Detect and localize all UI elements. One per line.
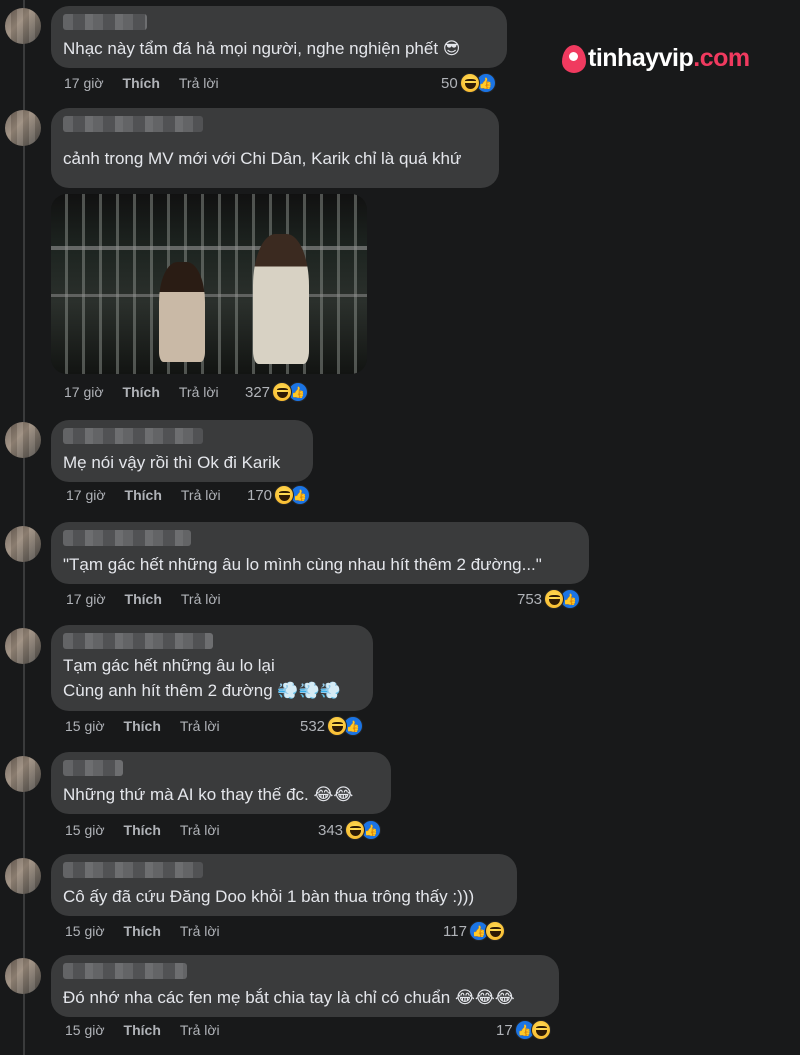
like-button[interactable]: Thích (124, 822, 161, 838)
comment-text: "Tạm gác hết những âu lo mình cùng nhau … (63, 555, 542, 574)
comment-actions: 15 giờ Thích Trả lời (65, 819, 239, 841)
image-beam-lower (51, 294, 367, 297)
comment-bubble: cảnh trong MV mới với Chi Dân, Karik chỉ… (51, 108, 499, 188)
like-button[interactable]: Thích (124, 923, 161, 939)
comment-text: Mẹ nói vậy rồi thì Ok đi Karik (63, 453, 281, 472)
reply-button[interactable]: Trả lời (179, 384, 219, 400)
comment-bubble: Đó nhớ nha các fen mẹ bắt chia tay là ch… (51, 955, 559, 1017)
comment-actions: 17 giờ Thích Trả lời (66, 588, 240, 610)
author-name-blurred[interactable] (63, 963, 187, 979)
reaction-summary[interactable]: 170 👍 (247, 483, 311, 507)
reaction-summary[interactable]: 117 👍 (443, 919, 505, 943)
reply-button[interactable]: Trả lời (181, 591, 221, 607)
comment-time[interactable]: 17 giờ (64, 384, 104, 400)
author-name-blurred[interactable] (63, 760, 123, 776)
author-name-blurred[interactable] (63, 530, 191, 546)
haha-icon (274, 485, 295, 505)
reaction-count: 17 (496, 1021, 513, 1039)
reaction-summary[interactable]: 327 👍 (245, 380, 309, 404)
image-beam (51, 246, 367, 250)
haha-icon (530, 1020, 551, 1040)
author-name-blurred[interactable] (63, 14, 147, 30)
haha-icon (272, 382, 293, 402)
comment-time[interactable]: 15 giờ (65, 822, 105, 838)
haha-icon (484, 921, 505, 941)
reply-button[interactable]: Trả lời (180, 923, 220, 939)
comment-text: Cô ấy đã cứu Đăng Doo khỏi 1 bàn thua tr… (63, 887, 475, 906)
comment-text: Những thứ mà AI ko thay thế đc. 😂😂 (63, 785, 354, 804)
like-button[interactable]: Thích (125, 487, 162, 503)
avatar[interactable] (5, 958, 41, 994)
avatar[interactable] (5, 756, 41, 792)
reaction-count: 327 (245, 383, 271, 401)
comment-text: Đó nhớ nha các fen mẹ bắt chia tay là ch… (63, 988, 515, 1007)
avatar[interactable] (5, 422, 41, 458)
haha-icon (459, 73, 480, 93)
reaction-count: 532 (300, 717, 326, 735)
reaction-count: 117 (443, 922, 467, 940)
attached-image[interactable] (51, 194, 367, 374)
haha-icon (345, 820, 366, 840)
reaction-summary[interactable]: 532 👍 (300, 714, 364, 738)
reply-button[interactable]: Trả lời (180, 718, 220, 734)
author-name-blurred[interactable] (63, 633, 213, 649)
reaction-summary[interactable]: 343 👍 (318, 818, 382, 842)
comment-time[interactable]: 17 giờ (66, 591, 106, 607)
reaction-summary[interactable]: 753 👍 (517, 587, 581, 611)
like-button[interactable]: Thích (123, 75, 160, 91)
comment-actions: 17 giờ Thích Trả lời (66, 484, 240, 506)
comment-bubble: Mẹ nói vậy rồi thì Ok đi Karik (51, 420, 313, 482)
comment-time[interactable]: 15 giờ (65, 1022, 105, 1038)
like-button[interactable]: Thích (123, 384, 160, 400)
reply-button[interactable]: Trả lời (181, 487, 221, 503)
reaction-summary[interactable]: 50 👍 (441, 71, 496, 95)
logo-brand: tinhayvip (588, 44, 694, 72)
reaction-count: 343 (318, 821, 344, 839)
reply-button[interactable]: Trả lời (179, 75, 219, 91)
reaction-count: 170 (247, 486, 273, 504)
comment-bubble: "Tạm gác hết những âu lo mình cùng nhau … (51, 522, 589, 584)
image-figure-woman (159, 262, 205, 362)
comment-time[interactable]: 15 giờ (65, 923, 105, 939)
reaction-count: 50 (441, 74, 458, 92)
comment-text: cảnh trong MV mới với Chi Dân, Karik chỉ… (63, 149, 462, 168)
reaction-count: 753 (517, 590, 543, 608)
avatar[interactable] (5, 858, 41, 894)
avatar[interactable] (5, 110, 41, 146)
reply-button[interactable]: Trả lời (180, 1022, 220, 1038)
reaction-summary[interactable]: 17 👍 (496, 1018, 551, 1042)
image-figure-man (253, 234, 309, 364)
watermark-logo: tinhayvip.com (562, 44, 750, 73)
haha-icon (327, 716, 348, 736)
comment-time[interactable]: 17 giờ (64, 75, 104, 91)
comment-text: Tạm gác hết những âu lo lại Cùng anh hít… (63, 656, 341, 700)
logo-icon (562, 44, 586, 73)
author-name-blurred[interactable] (63, 428, 203, 444)
like-button[interactable]: Thích (125, 591, 162, 607)
comment-actions: 15 giờ Thích Trả lời (65, 920, 239, 942)
like-button[interactable]: Thích (124, 718, 161, 734)
comment-actions: 15 giờ Thích Trả lời (65, 715, 239, 737)
comment-actions: 17 giờ Thích Trả lời (64, 381, 238, 403)
avatar[interactable] (5, 628, 41, 664)
avatar[interactable] (5, 8, 41, 44)
logo-domain: .com (693, 44, 750, 72)
comment-bubble: Tạm gác hết những âu lo lại Cùng anh hít… (51, 625, 373, 711)
comment-bubble: Nhạc này tẩm đá hả mọi người, nghe nghiệ… (51, 6, 507, 68)
author-name-blurred[interactable] (63, 116, 203, 132)
avatar[interactable] (5, 526, 41, 562)
comment-bubble: Cô ấy đã cứu Đăng Doo khỏi 1 bàn thua tr… (51, 854, 517, 916)
comment-bubble: Những thứ mà AI ko thay thế đc. 😂😂 (51, 752, 391, 814)
comment-actions: 17 giờ Thích Trả lời (64, 72, 238, 94)
comment-time[interactable]: 15 giờ (65, 718, 105, 734)
reply-button[interactable]: Trả lời (180, 822, 220, 838)
author-name-blurred[interactable] (63, 862, 203, 878)
image-cage-bars (51, 194, 367, 374)
comment-time[interactable]: 17 giờ (66, 487, 106, 503)
comment-actions: 15 giờ Thích Trả lời (65, 1019, 239, 1041)
comment-text: Nhạc này tẩm đá hả mọi người, nghe nghiệ… (63, 39, 461, 58)
like-button[interactable]: Thích (124, 1022, 161, 1038)
haha-icon (544, 589, 565, 609)
